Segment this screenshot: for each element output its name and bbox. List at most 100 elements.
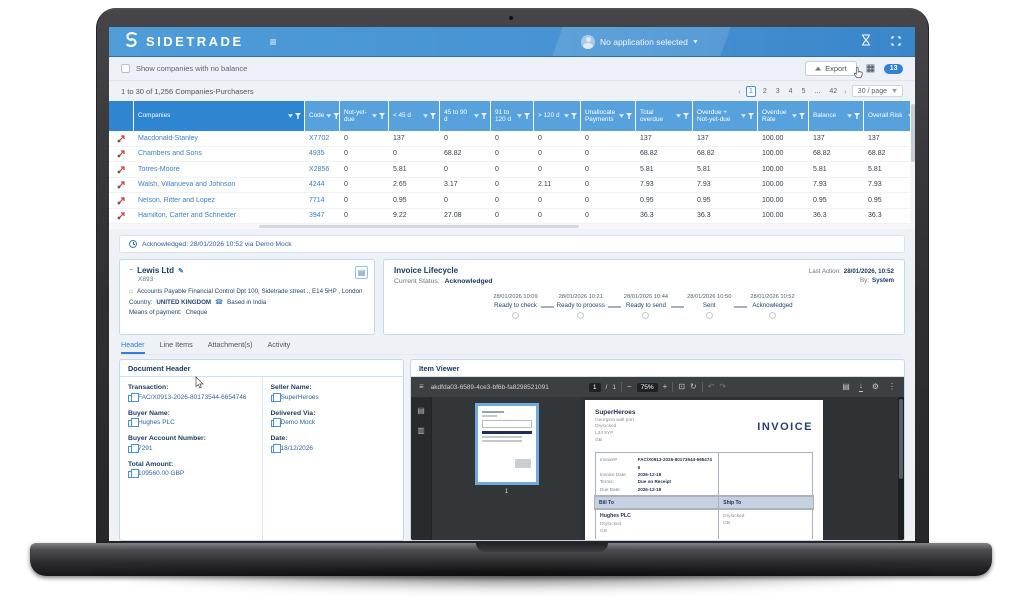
column-header-code[interactable]: Code	[305, 101, 339, 131]
filter-funnel-icon[interactable]	[524, 113, 530, 119]
company-code-link[interactable]: X2856	[305, 166, 339, 173]
column-header-45-d[interactable]: < 45 d	[389, 101, 439, 131]
field-value[interactable]: 18/12/2026	[281, 445, 314, 453]
company-code-link[interactable]: 7714	[305, 197, 339, 204]
page-button-4[interactable]: 4	[787, 87, 795, 96]
tab-activity[interactable]: Activity	[268, 340, 291, 354]
settings-gear-icon[interactable]: ⚙	[872, 383, 879, 391]
sort-caret-icon[interactable]	[326, 114, 331, 118]
status-bar[interactable]: Acknowledged: 28/01/2026 10:52 via Demo …	[119, 235, 905, 253]
column-header-overall-risk[interactable]: Overall Risk	[864, 101, 915, 131]
pdf-menu-icon[interactable]: ≡	[419, 383, 424, 391]
download-icon[interactable]: ↓	[859, 382, 863, 392]
company-code-link[interactable]: 4935	[305, 150, 339, 157]
filter-funnel-icon[interactable]	[379, 113, 385, 119]
copy-icon[interactable]	[128, 471, 134, 478]
filter-funnel-icon[interactable]	[626, 113, 632, 119]
page-button-42[interactable]: 42	[827, 87, 839, 96]
column-header-overdue-rate[interactable]: Overdue Rate	[758, 101, 808, 131]
table-row[interactable]: Chambers and Sons49350068.8200068.8268.8…	[109, 147, 915, 163]
pdf-zoom-value[interactable]: 75%	[637, 383, 658, 392]
company-link[interactable]: Macdonald-Stanley	[134, 135, 304, 142]
copy-icon[interactable]	[271, 395, 277, 402]
sort-caret-icon[interactable]	[372, 114, 377, 118]
page-prev-button[interactable]: ‹	[738, 87, 741, 96]
page-next-button[interactable]: ›	[844, 87, 847, 96]
page-button-3[interactable]: 3	[774, 87, 782, 96]
sort-caret-icon[interactable]	[564, 114, 569, 118]
notes-icon[interactable]: ▤	[355, 266, 368, 279]
per-page-select[interactable]: 30 / page	[852, 85, 903, 97]
company-code-link[interactable]: 4244	[305, 181, 339, 188]
column-header-unallocate-payments[interactable]: Unallocate Payments	[581, 101, 635, 131]
field-value[interactable]: Demo Mock	[281, 419, 316, 427]
horizontal-scrollbar[interactable]	[109, 224, 915, 229]
column-header-companies[interactable]: Companies	[134, 101, 304, 131]
columns-grid-icon[interactable]: ▦	[866, 64, 875, 74]
table-row[interactable]: Torres-MooreX285605.8100005.815.81100.00…	[109, 162, 915, 178]
company-code-link[interactable]: 3947	[305, 212, 339, 219]
row-action-icon[interactable]	[109, 211, 133, 220]
collapse-icon[interactable]: −	[129, 267, 133, 274]
copy-icon[interactable]	[128, 420, 134, 427]
row-action-icon[interactable]	[109, 196, 133, 205]
field-value[interactable]: 7291	[138, 445, 152, 453]
filter-funnel-icon[interactable]	[295, 113, 301, 119]
row-action-icon[interactable]	[109, 149, 133, 158]
page-button-1[interactable]: 1	[746, 86, 756, 97]
redo-icon[interactable]: ↷	[719, 383, 726, 391]
company-link[interactable]: Nelson, Ritter and Lopez	[134, 197, 304, 204]
sort-caret-icon[interactable]	[474, 114, 479, 118]
field-value[interactable]: SuperHeroes	[281, 394, 319, 402]
sort-caret-icon[interactable]	[847, 114, 852, 118]
table-row[interactable]: Hamilton, Carter and Schneider394709.222…	[109, 209, 915, 225]
sort-caret-icon[interactable]	[423, 114, 428, 118]
fit-page-icon[interactable]: ⊡	[678, 383, 685, 391]
brand-logo[interactable]: SIDETRADE	[123, 31, 244, 53]
tab-attachment-s[interactable]: Attachment(s)	[208, 340, 253, 354]
company-code-link[interactable]: X7702	[305, 135, 339, 142]
pdf-scrollbar-thumb[interactable]	[899, 399, 903, 479]
table-row[interactable]: Walsh, Villanueva and Johnson424402.653.…	[109, 178, 915, 194]
table-row[interactable]: Macdonald-StanleyX770201370000137137100.…	[109, 131, 915, 147]
row-action-icon[interactable]	[109, 180, 133, 189]
columns-count-badge[interactable]: 13	[884, 64, 903, 74]
column-header-balance[interactable]: Balance	[809, 101, 863, 131]
tab-line-items[interactable]: Line Items	[160, 340, 193, 354]
field-value[interactable]: FAC/X0913-2026-80173544-6654746	[138, 394, 246, 402]
sort-caret-icon[interactable]	[741, 114, 746, 118]
field-value[interactable]: Hughes PLC	[138, 419, 175, 427]
column-header-45-to-90-d[interactable]: 45 to 90 d	[440, 101, 490, 131]
page-thumbnail[interactable]	[478, 406, 536, 482]
horizontal-scrollbar-thumb[interactable]	[259, 225, 579, 228]
more-options-icon[interactable]: ⋮	[888, 383, 896, 391]
company-link[interactable]: Walsh, Villanueva and Johnson	[134, 181, 304, 188]
pdf-main-area[interactable]: SuperHeroes Georgina wall portDrylockedL…	[581, 397, 904, 540]
filter-funnel-icon[interactable]	[333, 113, 339, 119]
sort-caret-icon[interactable]	[676, 114, 681, 118]
fullscreen-icon[interactable]	[891, 33, 901, 51]
table-row[interactable]: Nelson, Ritter and Lopez771400.9500000.9…	[109, 193, 915, 209]
no-balance-checkbox[interactable]	[121, 64, 130, 73]
application-selector[interactable]: No application selected	[581, 35, 698, 49]
undo-icon[interactable]: ↶	[708, 383, 715, 391]
copy-icon[interactable]	[271, 446, 277, 453]
company-name[interactable]: Lewis Ltd	[137, 266, 174, 275]
sort-caret-icon[interactable]	[517, 114, 522, 118]
filter-funnel-icon[interactable]	[430, 113, 436, 119]
filter-funnel-icon[interactable]	[481, 113, 487, 119]
sort-caret-icon[interactable]	[288, 114, 293, 118]
sort-caret-icon[interactable]	[792, 114, 797, 118]
rotate-icon[interactable]: ↻	[690, 383, 697, 391]
filter-funnel-icon[interactable]	[854, 113, 860, 119]
column-header-total-overdue[interactable]: Total overdue	[636, 101, 692, 131]
page-button-5[interactable]: 5	[800, 87, 808, 96]
copy-icon[interactable]	[271, 420, 277, 427]
filter-funnel-icon[interactable]	[748, 113, 754, 119]
tab-header[interactable]: Header	[121, 340, 145, 354]
filter-funnel-icon[interactable]	[571, 113, 577, 119]
filter-funnel-icon[interactable]	[799, 113, 805, 119]
page-button-2[interactable]: 2	[761, 87, 769, 96]
print-icon[interactable]: ▤	[842, 383, 850, 391]
company-link[interactable]: Torres-Moore	[134, 166, 304, 173]
